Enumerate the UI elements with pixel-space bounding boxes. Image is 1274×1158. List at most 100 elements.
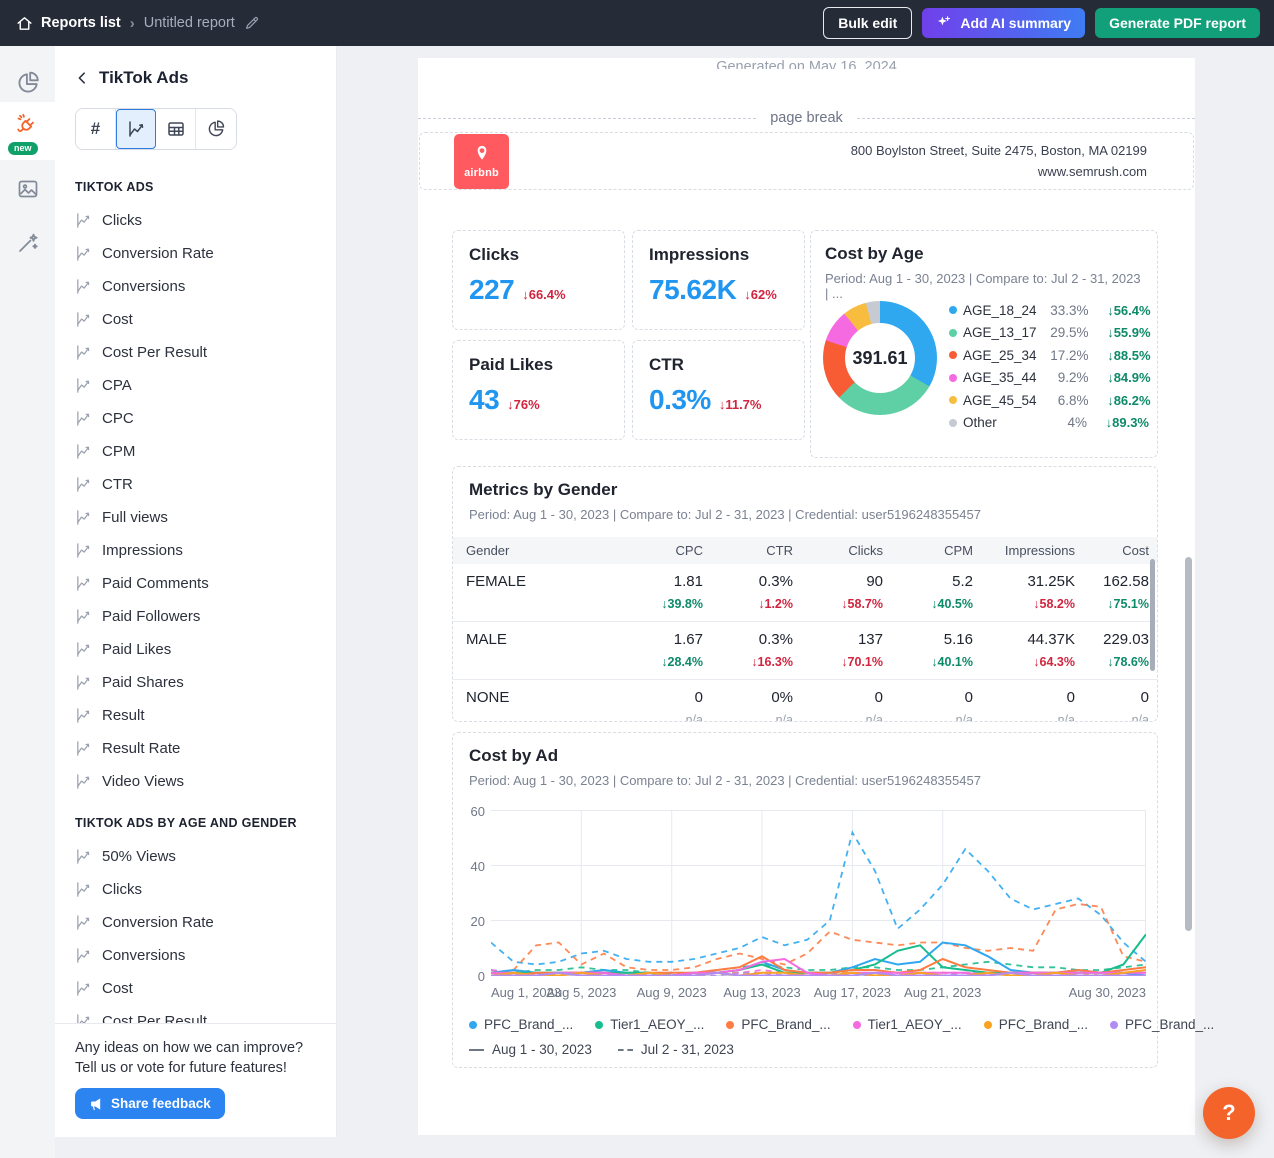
metric-cell: 0.3%↓1.2% <box>713 573 803 611</box>
age-legend-row: AGE_18_2433.3%↓56.4% <box>949 299 1149 322</box>
metric-cell: 1.67 ↓28.4% <box>623 631 713 669</box>
sidebar-item-label: Cost <box>102 311 133 328</box>
cost-by-age-legend: AGE_18_2433.3%↓56.4%AGE_13_1729.5%↓55.9%… <box>949 299 1149 434</box>
sidebar-item-result[interactable]: Result <box>75 699 316 732</box>
age-change: ↓84.9% <box>1089 370 1151 385</box>
sidebar-item-conversion-rate[interactable]: Conversion Rate <box>75 237 316 270</box>
series-legend-item[interactable]: PFC_Brand_... <box>984 1017 1088 1032</box>
sidebar-item-paid-followers[interactable]: Paid Followers <box>75 600 316 633</box>
back-chevron-icon[interactable] <box>75 71 89 85</box>
pie-chart-widget-button[interactable] <box>196 109 236 149</box>
sidebar-item-label: CPC <box>102 410 134 427</box>
rail-integrations-item[interactable]: new <box>0 102 55 160</box>
sidebar-item-clicks[interactable]: Clicks <box>75 873 316 906</box>
sidebar-item-50-views[interactable]: 50% Views <box>75 840 316 873</box>
metric-card-paid-likes[interactable]: Paid Likes43↓76% <box>452 340 625 440</box>
rail-images-item[interactable] <box>0 160 55 218</box>
cost-by-age-widget[interactable]: Cost by Age Period: Aug 1 - 30, 2023 | C… <box>810 230 1158 458</box>
report-header-widget[interactable]: airbnb 800 Boylston Street, Suite 2475, … <box>419 132 1194 190</box>
cost-by-age-title: Cost by Age <box>825 244 1143 264</box>
age-legend-row: Other4%↓89.3% <box>949 412 1149 435</box>
sidebar-item-ctr[interactable]: CTR <box>75 468 316 501</box>
dashed-line-icon <box>618 1049 633 1051</box>
cell-value: 162.58 <box>1085 573 1149 590</box>
sidebar-item-label: Full views <box>102 509 168 526</box>
sidebar-item-conversions[interactable]: Conversions <box>75 939 316 972</box>
main-scrollbar[interactable] <box>1185 557 1192 931</box>
sidebar-item-cost[interactable]: Cost <box>75 303 316 336</box>
cell-value: 0 <box>983 689 1075 706</box>
series-legend-item[interactable]: PFC_Brand_... <box>726 1017 830 1032</box>
sidebar-item-video-views[interactable]: Video Views <box>75 765 316 798</box>
x-axis-label: Aug 5, 2023 <box>546 985 616 1000</box>
cell-value: 1.67 <box>623 631 703 648</box>
cost-by-age-total: 391.61 <box>823 301 937 415</box>
metrics-by-gender-title: Metrics by Gender <box>453 480 1157 500</box>
series-legend-item[interactable]: PFC_Brand_... <box>469 1017 573 1032</box>
bulk-edit-button[interactable]: Bulk edit <box>823 7 912 39</box>
widget-type-number[interactable]: # <box>76 109 116 149</box>
x-axis-label: Aug 13, 2023 <box>723 985 800 1000</box>
line-chart-icon <box>75 344 92 361</box>
chart-series-legend: PFC_Brand_... Tier1_AEOY_... PFC_Brand_...… <box>469 1017 1157 1032</box>
metric-change: ↓11.7% <box>719 397 762 412</box>
age-change: ↓86.2% <box>1089 393 1151 408</box>
reports-list-link[interactable]: Reports list <box>16 15 121 32</box>
widget-type-table[interactable] <box>156 109 196 149</box>
add-ai-summary-button[interactable]: Add AI summary <box>922 8 1085 38</box>
cell-value: 0 <box>893 689 973 706</box>
series-legend-item[interactable]: PFC_Brand_... <box>1110 1017 1214 1032</box>
generate-pdf-button[interactable]: Generate PDF report <box>1095 8 1260 38</box>
sidebar-item-paid-shares[interactable]: Paid Shares <box>75 666 316 699</box>
sidebar-item-full-views[interactable]: Full views <box>75 501 316 534</box>
gender-column-header: Gender <box>453 543 623 558</box>
cell-change: n/a <box>893 713 973 722</box>
line-chart-icon <box>75 674 92 691</box>
reports-list-label: Reports list <box>41 15 121 31</box>
sidebar-item-conversion-rate[interactable]: Conversion Rate <box>75 906 316 939</box>
sidebar-item-clicks[interactable]: Clicks <box>75 204 316 237</box>
metrics-by-gender-widget[interactable]: Metrics by Gender Period: Aug 1 - 30, 20… <box>452 466 1158 722</box>
sidebar-item-cost[interactable]: Cost <box>75 972 316 1005</box>
report-canvas: Generated on May 16, 2024 page break air… <box>418 58 1195 1135</box>
widget-type-line-chart[interactable] <box>116 109 156 149</box>
sidebar-item-label: Paid Comments <box>102 575 209 592</box>
sidebar-item-label: Paid Shares <box>102 674 184 691</box>
sidebar-item-conversions[interactable]: Conversions <box>75 270 316 303</box>
cost-by-ad-widget[interactable]: Cost by Ad Period: Aug 1 - 30, 2023 | Co… <box>452 732 1158 1068</box>
sidebar-item-paid-likes[interactable]: Paid Likes <box>75 633 316 666</box>
metric-card-clicks[interactable]: Clicks227↓66.4% <box>452 230 625 330</box>
rail-ai-tools-item[interactable] <box>0 214 55 272</box>
header-address: 800 Boylston Street, Suite 2475, Boston,… <box>851 140 1147 161</box>
line-chart-icon <box>75 509 92 526</box>
share-feedback-button[interactable]: Share feedback <box>75 1088 225 1119</box>
sidebar-item-cpc[interactable]: CPC <box>75 402 316 435</box>
cell-change: ↓28.4% <box>623 655 703 669</box>
line-chart-icon <box>75 608 92 625</box>
sidebar-item-label: Result <box>102 707 145 724</box>
series-legend-item[interactable]: Tier1_AEOY_... <box>595 1017 704 1032</box>
cost-by-ad-title: Cost by Ad <box>453 746 1157 766</box>
line-chart-icon <box>75 245 92 262</box>
sidebar-item-result-rate[interactable]: Result Rate <box>75 732 316 765</box>
cell-change: n/a <box>623 713 703 722</box>
cell-value: 0.3% <box>713 573 793 590</box>
sidebar-section-heading: TIKTOK ADS BY AGE AND GENDER <box>75 816 316 830</box>
sidebar-item-cost-per-result[interactable]: Cost Per Result <box>75 1005 316 1023</box>
gender-table-scrollbar[interactable] <box>1150 559 1155 671</box>
metric-change: ↓62% <box>744 287 777 302</box>
sidebar-item-impressions[interactable]: Impressions <box>75 534 316 567</box>
sidebar-item-cost-per-result[interactable]: Cost Per Result <box>75 336 316 369</box>
magic-wand-icon <box>16 231 40 255</box>
gender-column-header: Cost <box>1085 543 1158 558</box>
sidebar-item-cpm[interactable]: CPM <box>75 435 316 468</box>
help-button[interactable]: ? <box>1203 1087 1255 1139</box>
series-legend-item[interactable]: Tier1_AEOY_... <box>853 1017 962 1032</box>
metric-card-impressions[interactable]: Impressions75.62K↓62% <box>632 230 805 330</box>
sidebar-item-cpa[interactable]: CPA <box>75 369 316 402</box>
age-label: AGE_25_34 <box>963 348 1037 363</box>
number-icon: # <box>91 119 100 139</box>
metric-card-ctr[interactable]: CTR0.3%↓11.7% <box>632 340 805 440</box>
rename-pencil-icon[interactable] <box>244 15 260 31</box>
sidebar-item-paid-comments[interactable]: Paid Comments <box>75 567 316 600</box>
